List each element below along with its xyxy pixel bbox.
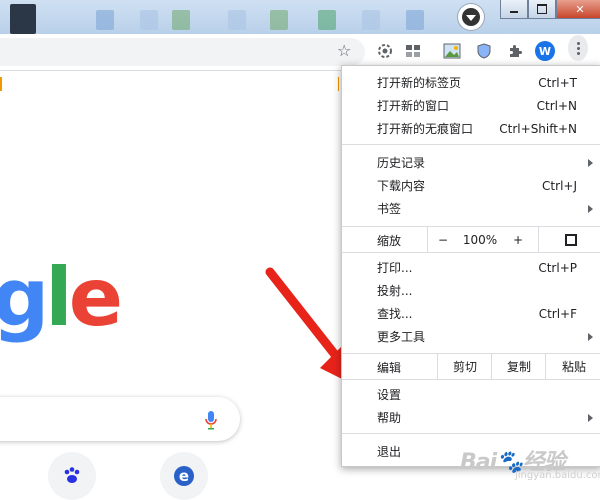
profile-avatar[interactable]: W	[535, 41, 555, 61]
edit-label: 编辑	[377, 361, 402, 375]
address-bar[interactable]	[0, 38, 365, 66]
bookmark-marker	[0, 77, 2, 91]
shortcut-baidu[interactable]	[48, 452, 96, 500]
menu-label: 历史记录	[377, 156, 426, 170]
menu-item-print[interactable]: 打印... Ctrl+P	[342, 256, 600, 279]
chevron-down-icon	[462, 8, 480, 26]
cut-button[interactable]: 剪切	[437, 354, 492, 379]
zoom-row: 缩放 − 100% +	[342, 226, 600, 253]
menu-item-cast[interactable]: 投射...	[342, 279, 600, 302]
fullscreen-icon	[564, 233, 577, 246]
extension-grid-icon[interactable]	[403, 41, 423, 61]
menu-item-find[interactable]: 查找... Ctrl+F	[342, 302, 600, 325]
menu-item-settings[interactable]: 设置	[342, 383, 600, 406]
paw-icon	[64, 467, 80, 483]
desktop-icon	[140, 10, 158, 30]
more-vert-icon	[568, 35, 588, 61]
copy-button[interactable]: 复制	[491, 354, 546, 379]
window-controls: ✕	[500, 0, 600, 20]
copy-label: 复制	[506, 360, 531, 374]
menu-shortcut: Ctrl+Shift+N	[499, 121, 577, 136]
menu-shortcut: Ctrl+P	[538, 260, 577, 275]
menu-label: 设置	[377, 388, 402, 402]
menu-item-bookmarks[interactable]: 书签	[342, 197, 600, 220]
bookmark-star-icon[interactable]: ☆	[337, 41, 351, 60]
google-logo: gle	[0, 251, 123, 344]
menu-item-help[interactable]: 帮助	[342, 406, 600, 429]
extension-shield-icon[interactable]	[474, 41, 494, 61]
menu-label: 下载内容	[377, 179, 426, 193]
cut-label: 剪切	[452, 360, 477, 374]
menu-item-new-tab[interactable]: 打开新的标签页 Ctrl+T	[342, 71, 600, 94]
zoom-out-button[interactable]: −	[427, 227, 458, 252]
e-logo-icon: e	[174, 466, 194, 486]
extension-gear-icon[interactable]	[375, 41, 395, 61]
menu-label: 书签	[377, 202, 402, 216]
menu-label: 更多工具	[377, 330, 426, 344]
desktop-thumbnail	[10, 4, 36, 34]
menu-item-downloads[interactable]: 下载内容 Ctrl+J	[342, 174, 600, 197]
shortcut-ie[interactable]: e	[160, 452, 208, 500]
desktop-icon	[172, 10, 190, 30]
menu-separator	[342, 144, 600, 145]
zoom-level: 100%	[457, 227, 503, 252]
menu-item-history[interactable]: 历史记录	[342, 151, 600, 174]
minimize-button[interactable]	[500, 0, 528, 19]
menu-label: 帮助	[377, 411, 402, 425]
close-window-button[interactable]: ✕	[556, 0, 600, 19]
submenu-arrow-icon	[588, 158, 593, 167]
edit-row: 编辑 剪切 复制 粘贴	[342, 353, 600, 380]
extension-image-icon[interactable]	[442, 41, 462, 61]
paste-label: 粘贴	[561, 360, 586, 374]
desktop-icon	[406, 10, 424, 30]
watermark-url: jingyan.baidu.com	[515, 470, 600, 481]
zoom-label: 缩放	[377, 234, 402, 248]
menu-item-incognito-window[interactable]: 打开新的无痕窗口 Ctrl+Shift+N	[342, 117, 600, 140]
chrome-main-menu: 打开新的标签页 Ctrl+T 打开新的窗口 Ctrl+N 打开新的无痕窗口 Ct…	[341, 65, 600, 467]
zoom-in-label: +	[512, 232, 524, 247]
desktop-icon	[270, 10, 288, 30]
menu-label: 打开新的标签页	[377, 76, 462, 90]
profile-initial: W	[535, 41, 555, 61]
svg-text:e: e	[179, 467, 189, 485]
media-control-button[interactable]	[458, 4, 484, 30]
menu-shortcut: Ctrl+J	[542, 178, 577, 193]
desktop-icon	[318, 10, 336, 30]
maximize-button[interactable]	[528, 0, 556, 19]
zoom-value: 100%	[462, 232, 498, 247]
menu-separator	[342, 433, 600, 434]
paste-button[interactable]: 粘贴	[545, 354, 600, 379]
chrome-menu-button[interactable]	[568, 35, 588, 61]
submenu-arrow-icon	[588, 413, 593, 422]
menu-shortcut: Ctrl+N	[536, 98, 577, 113]
submenu-arrow-icon	[588, 204, 593, 213]
menu-label: 投射...	[377, 284, 413, 298]
zoom-out-label: −	[437, 232, 449, 247]
menu-shortcut: Ctrl+T	[538, 75, 577, 90]
desktop-icon	[228, 10, 246, 30]
desktop-icon	[362, 10, 380, 30]
extensions-puzzle-icon[interactable]	[505, 41, 525, 61]
window-title-bar: ✕	[0, 0, 600, 34]
zoom-in-button[interactable]: +	[503, 227, 533, 252]
menu-label: 打印...	[377, 261, 413, 275]
menu-item-new-window[interactable]: 打开新的窗口 Ctrl+N	[342, 94, 600, 117]
menu-label: 打开新的无痕窗口	[377, 122, 474, 136]
microphone-icon[interactable]	[204, 410, 218, 430]
bookmark-separator	[338, 77, 339, 91]
menu-label: 退出	[377, 445, 402, 459]
menu-label: 查找...	[377, 307, 413, 321]
desktop-icon	[96, 10, 114, 30]
fullscreen-button[interactable]	[538, 227, 600, 252]
menu-item-more-tools[interactable]: 更多工具	[342, 325, 600, 348]
menu-label: 打开新的窗口	[377, 99, 450, 113]
menu-shortcut: Ctrl+F	[538, 306, 577, 321]
watermark-brand: Bai	[460, 450, 497, 475]
submenu-arrow-icon	[588, 332, 593, 341]
